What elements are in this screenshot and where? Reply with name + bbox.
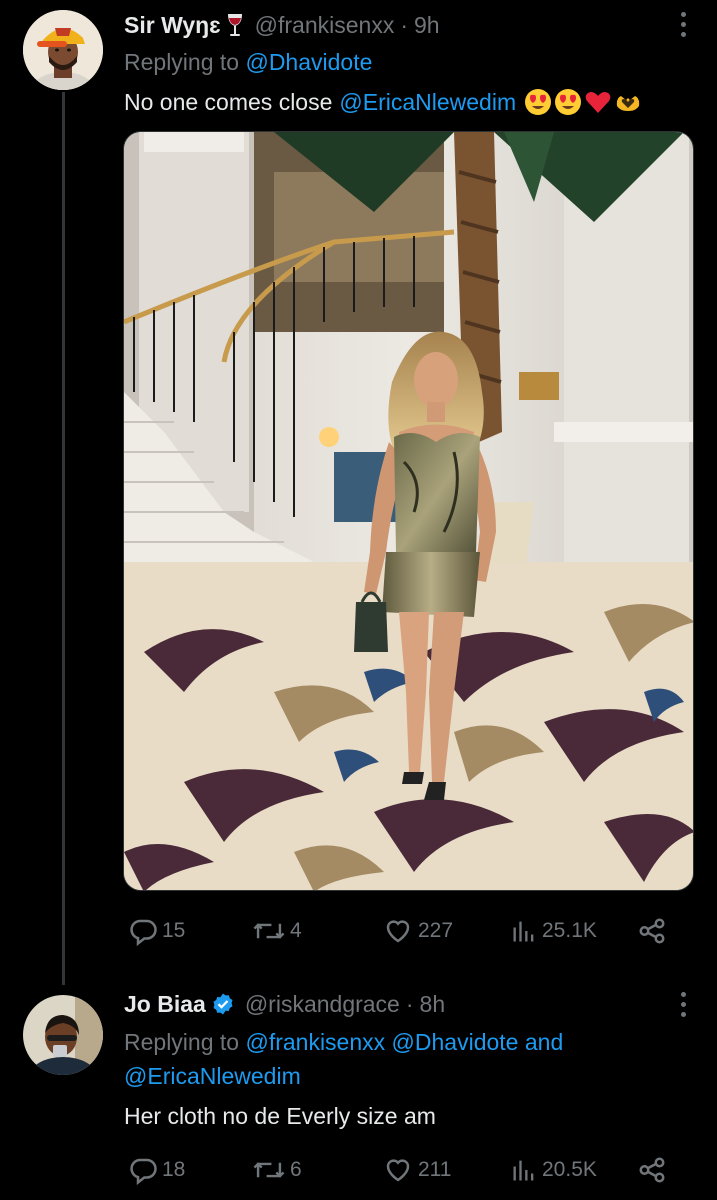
replying-to: Replying to @frankisenxx @Dhavidote and (124, 1025, 563, 1059)
like-count: 227 (418, 919, 454, 942)
timestamp[interactable]: 8h (420, 991, 446, 1018)
tweet-actions: 15 4 227 25.1K (124, 913, 684, 949)
share-icon (639, 918, 665, 944)
retweet-count: 4 (290, 919, 302, 942)
view-count: 20.5K (542, 1158, 597, 1181)
like-count: 211 (418, 1158, 452, 1181)
tweet-header: Jo Biaa @riskandgrace · 8h (124, 989, 445, 1019)
tweet-text: Her cloth no de Everly size am (124, 1101, 436, 1131)
views-bar-chart-icon (513, 921, 534, 942)
avatar[interactable] (23, 995, 103, 1075)
retweet-count: 6 (290, 1158, 302, 1181)
separator-dot: · (405, 990, 414, 1017)
heart-icon (386, 920, 410, 943)
retweet-button[interactable]: 4 (252, 913, 302, 949)
tweet-photo[interactable] (123, 131, 694, 891)
mention-link[interactable]: @frankisenxx (245, 1029, 385, 1055)
replying-to-continued: @EricaNlewedim (124, 1059, 301, 1093)
reply-icon (130, 919, 157, 946)
retweet-button[interactable]: 6 (252, 1152, 302, 1188)
views-button[interactable]: 25.1K (510, 913, 597, 949)
retweet-icon (253, 923, 285, 939)
tweet-text-body: Her cloth no de Everly size am (124, 1103, 436, 1129)
reply-button[interactable]: 18 (128, 1152, 185, 1188)
mention-link[interactable]: @EricaNlewedim (124, 1063, 301, 1089)
tweet-actions: 18 6 211 20.5K (124, 1152, 684, 1188)
view-count: 25.1K (542, 919, 597, 942)
user-handle[interactable]: @riskandgrace (245, 991, 400, 1018)
share-icon (639, 1157, 665, 1183)
views-button[interactable]: 20.5K (510, 1152, 597, 1188)
mention-link[interactable]: @Dhavidote (392, 1029, 519, 1055)
reply-icon (130, 1158, 157, 1185)
display-name[interactable]: Jo Biaa (124, 991, 206, 1018)
share-button[interactable] (636, 1152, 668, 1188)
more-options-icon[interactable] (681, 992, 689, 1017)
retweet-icon (253, 1162, 285, 1178)
mention-conjunction: and (524, 1029, 564, 1055)
reply-button[interactable]: 15 (128, 913, 185, 949)
like-button[interactable]: 211 (382, 1152, 451, 1188)
share-button[interactable] (636, 913, 668, 949)
tweet[interactable]: Jo Biaa @riskandgrace · 8h Replying to @… (0, 0, 717, 1185)
heart-icon (386, 1159, 410, 1182)
verified-badge-icon (211, 992, 235, 1016)
like-button[interactable]: 227 (382, 913, 453, 949)
views-bar-chart-icon (513, 1160, 534, 1181)
reply-count: 15 (162, 919, 186, 942)
replying-prefix: Replying to (124, 1029, 240, 1055)
reply-count: 18 (162, 1158, 186, 1181)
